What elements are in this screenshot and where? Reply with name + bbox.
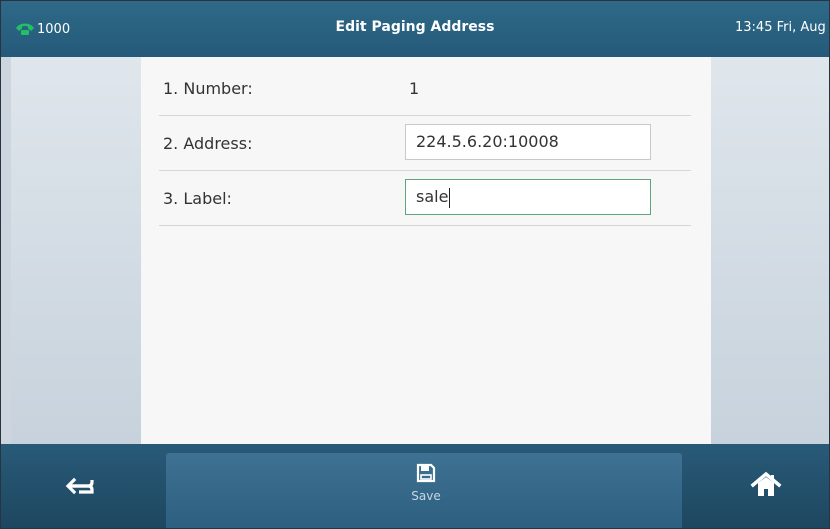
label-label: 3. Label: (163, 189, 232, 208)
floppy-disk-icon (416, 463, 436, 483)
back-button[interactable] (61, 471, 101, 501)
address-row: 2. Address: 224.5.6.20:10008 (159, 116, 691, 171)
page-title: Edit Paging Address (335, 19, 495, 35)
address-input[interactable]: 224.5.6.20:10008 (405, 124, 651, 160)
left-panel (11, 57, 141, 444)
number-value: 1 (409, 79, 420, 98)
softkey-bar: Save (1, 444, 829, 528)
back-arrow-icon (65, 477, 94, 495)
label-row: 3. Label: sale (159, 171, 691, 226)
home-icon (750, 471, 782, 496)
right-panel (711, 57, 829, 444)
text-cursor (449, 187, 451, 208)
save-button[interactable]: Save (381, 463, 471, 519)
number-label: 1. Number: (163, 79, 253, 98)
save-label: Save (411, 489, 441, 503)
home-button[interactable] (749, 469, 783, 501)
label-input[interactable]: sale (405, 179, 651, 215)
clock-date: 13:45 Fri, Aug 19 (735, 20, 829, 35)
phone-screen: 1000 Edit Paging Address 13:45 Fri, Aug … (0, 0, 830, 529)
edit-form: 1. Number: 1 2. Address: 224.5.6.20:1000… (141, 57, 711, 444)
number-row: 1. Number: 1 (159, 61, 691, 116)
label-input-value: sale (416, 187, 449, 206)
status-bar: 1000 Edit Paging Address 13:45 Fri, Aug … (1, 1, 829, 57)
address-input-value: 224.5.6.20:10008 (416, 132, 559, 151)
address-label: 2. Address: (163, 134, 253, 153)
